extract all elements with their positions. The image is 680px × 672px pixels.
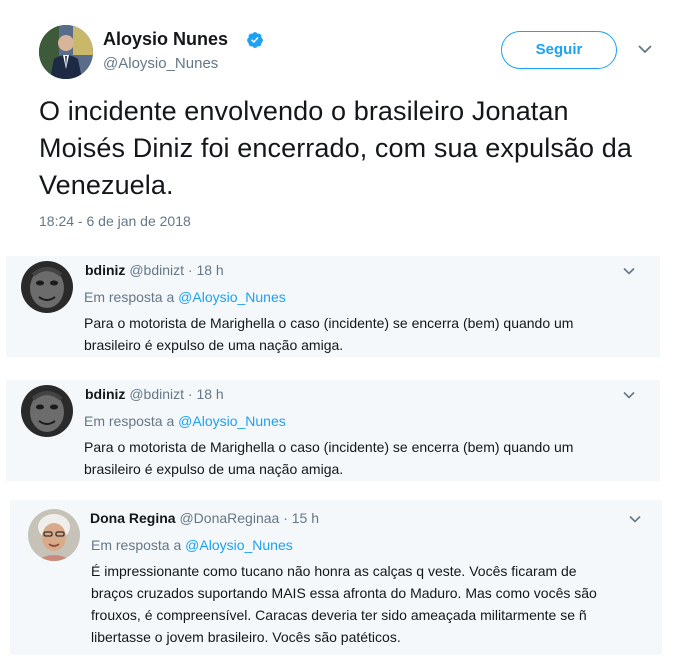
reply-text-line: frouxos, é compreensível. Caracas deveri… [91,607,587,623]
reply-author-handle[interactable]: @bdinizt [129,386,184,402]
reply-text-line: Para o motorista de Marighella o caso (i… [84,439,574,455]
follow-button[interactable]: Seguir [501,31,617,69]
verified-badge-icon [247,32,263,48]
reply-time[interactable]: 18 h [196,386,223,402]
reply-tweet[interactable]: Dona Regina @DonaReginaa · 15 h Em respo… [10,500,662,655]
reply-tweet[interactable]: bdiniz @bdinizt · 18 h Em resposta a @Al… [6,256,660,357]
separator-dot: · [187,262,193,278]
reply-author-name[interactable]: Dona Regina [90,510,176,526]
reply-text-line: brasileiro é expulso de uma nação amiga. [84,461,344,477]
avatar[interactable] [28,509,80,561]
in-reply-to: Em resposta a @Aloysio_Nunes [84,413,286,429]
mention-link[interactable]: @Aloysio_Nunes [178,413,286,429]
reply-text: Para o motorista de Marighella o caso (i… [84,436,654,480]
tweet-timestamp[interactable]: 18:24 - 6 de jan de 2018 [39,213,191,229]
mention-link[interactable]: @Aloysio_Nunes [178,289,286,305]
reply-time[interactable]: 18 h [196,262,223,278]
reply-time[interactable]: 15 h [292,510,319,526]
avatar[interactable] [21,261,73,313]
reply-text-line: É impressionante como tucano não honra a… [91,563,577,579]
main-tweet: Aloysio Nunes @Aloysio_Nunes Seguir O in… [0,0,680,250]
reply-text-line: libertasse o jovem brasileiro. Vocês são… [91,629,401,645]
in-reply-prefix: Em resposta a [84,413,175,429]
reply-author-handle[interactable]: @bdinizt [129,262,184,278]
avatar[interactable] [39,25,93,79]
chevron-down-icon[interactable] [638,44,652,54]
mention-link[interactable]: @Aloysio_Nunes [185,537,293,553]
chevron-down-icon[interactable] [623,267,635,275]
in-reply-prefix: Em resposta a [91,537,182,553]
reply-text-line: Para o motorista de Marighella o caso (i… [84,315,574,331]
separator-dot: · [283,510,288,526]
in-reply-prefix: Em resposta a [84,289,175,305]
reply-text: Para o motorista de Marighella o caso (i… [84,312,654,356]
reply-text-line: brasileiro é expulso de uma nação amiga. [84,337,344,353]
chevron-down-icon[interactable] [629,515,641,523]
reply-text-line: braços cruzados suportando MAIS essa afr… [91,585,597,601]
reply-author-name[interactable]: bdiniz [85,262,125,278]
separator-dot: · [187,386,193,402]
reply-author-name[interactable]: bdiniz [85,386,125,402]
in-reply-to: Em resposta a @Aloysio_Nunes [84,289,286,305]
reply-text: É impressionante como tucano não honra a… [91,560,656,648]
avatar[interactable] [21,385,73,437]
in-reply-to: Em resposta a @Aloysio_Nunes [91,537,293,553]
reply-author-handle[interactable]: @DonaReginaa [179,510,279,526]
author-handle[interactable]: @Aloysio_Nunes [103,55,218,72]
reply-tweet[interactable]: bdiniz @bdinizt · 18 h Em resposta a @Al… [6,380,660,481]
chevron-down-icon[interactable] [623,391,635,399]
author-name[interactable]: Aloysio Nunes [103,29,228,50]
tweet-text: O incidente envolvendo o brasileiro Jona… [39,96,632,200]
